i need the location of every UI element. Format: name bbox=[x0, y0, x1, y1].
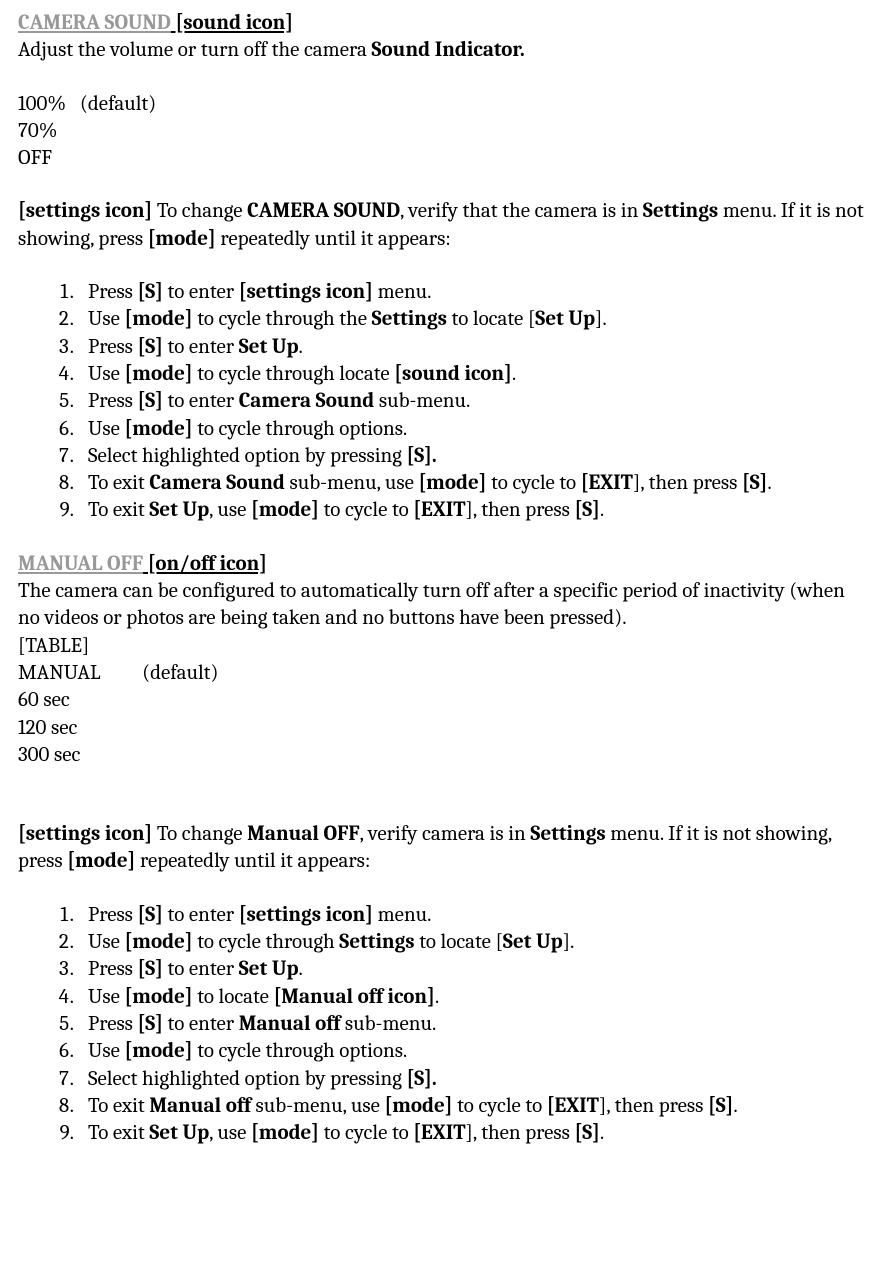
options-list: 100% (default)70%OFF bbox=[18, 91, 864, 173]
step-item: Press [S] to enter Camera Sound sub-menu… bbox=[78, 388, 864, 415]
step-item: Use [mode] to cycle through the Settings… bbox=[78, 306, 864, 333]
option-row: 300 sec bbox=[18, 742, 864, 769]
option-row: 70% bbox=[18, 118, 864, 145]
option-row: 120 sec bbox=[18, 715, 864, 742]
section-camera-sound: CAMERA SOUND [sound icon] Adjust the vol… bbox=[18, 10, 864, 525]
step-item: Select highlighted option by pressing [S… bbox=[78, 443, 864, 470]
section-heading: CAMERA SOUND [sound icon] bbox=[18, 10, 864, 37]
step-item: Use [mode] to cycle through locate [soun… bbox=[78, 361, 864, 388]
section-heading: MANUAL OFF [on/off icon] bbox=[18, 551, 864, 578]
step-item: To exit Set Up, use [mode] to cycle to [… bbox=[78, 1120, 864, 1147]
step-item: Use [mode] to cycle through Settings to … bbox=[78, 929, 864, 956]
step-item: Press [S] to enter Manual off sub-menu. bbox=[78, 1011, 864, 1038]
section-title: MANUAL OFF bbox=[18, 552, 143, 576]
power-icon: [on/off icon] bbox=[143, 552, 267, 576]
settings-icon: [settings icon] bbox=[18, 199, 152, 223]
section-manual-off: MANUAL OFF [on/off icon] The camera can … bbox=[18, 551, 864, 1148]
step-item: Use [mode] to cycle through options. bbox=[78, 416, 864, 443]
step-item: To exit Camera Sound sub-menu, use [mode… bbox=[78, 470, 864, 497]
step-item: To exit Manual off sub-menu, use [mode] … bbox=[78, 1093, 864, 1120]
steps-list: Press [S] to enter [settings icon] menu.… bbox=[54, 902, 864, 1148]
step-item: Press [S] to enter [settings icon] menu. bbox=[78, 902, 864, 929]
option-row: OFF bbox=[18, 145, 864, 172]
step-item: Press [S] to enter Set Up. bbox=[78, 956, 864, 983]
step-item: To exit Set Up, use [mode] to cycle to [… bbox=[78, 497, 864, 524]
table-placeholder: [TABLE] bbox=[18, 633, 864, 660]
options-list: MANUAL (default)60 sec120 sec300 sec bbox=[18, 660, 864, 769]
section-description: Adjust the volume or turn off the camera… bbox=[18, 37, 864, 64]
steps-list: Press [S] to enter [settings icon] menu.… bbox=[54, 279, 864, 525]
settings-icon: [settings icon] bbox=[18, 822, 152, 846]
instruction-intro: [settings icon] To change Manual OFF, ve… bbox=[18, 821, 864, 876]
step-item: Select highlighted option by pressing [S… bbox=[78, 1066, 864, 1093]
sound-icon: [sound icon] bbox=[171, 11, 293, 35]
step-item: Use [mode] to locate [Manual off icon]. bbox=[78, 984, 864, 1011]
section-description: The camera can be configured to automati… bbox=[18, 578, 864, 633]
step-item: Press [S] to enter Set Up. bbox=[78, 334, 864, 361]
option-row: 60 sec bbox=[18, 687, 864, 714]
step-item: Use [mode] to cycle through options. bbox=[78, 1038, 864, 1065]
step-item: Press [S] to enter [settings icon] menu. bbox=[78, 279, 864, 306]
option-row: MANUAL (default) bbox=[18, 660, 864, 687]
section-title: CAMERA SOUND bbox=[18, 11, 171, 35]
instruction-intro: [settings icon] To change CAMERA SOUND, … bbox=[18, 198, 864, 253]
option-row: 100% (default) bbox=[18, 91, 864, 118]
